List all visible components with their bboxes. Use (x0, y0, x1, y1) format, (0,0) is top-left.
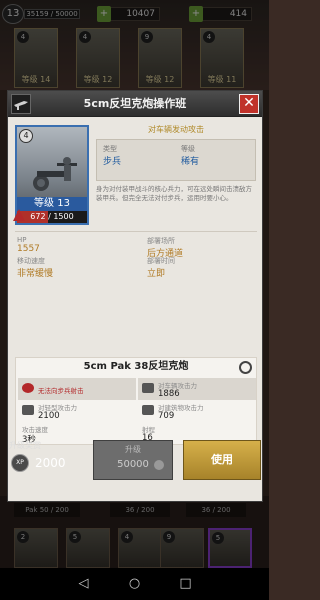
back-icon[interactable]: ◁ (76, 576, 92, 592)
weapon-title: 5cm Pak 38反坦克炮 (83, 361, 189, 372)
anti-tank-gun-crew-image (33, 157, 77, 191)
home-icon[interactable]: ○ (127, 576, 143, 592)
upgrade-button[interactable]: 升级 50000 (93, 440, 173, 480)
unit-level: 等级 13 (17, 197, 87, 211)
dialog-header: 5cm反坦克炮操作班 ✕ (8, 91, 262, 117)
xp-reward-value: 2000 (35, 456, 66, 470)
stat-deploy-time: 部署时间 立即 (147, 257, 175, 279)
unit-stats: HP 1557 部署场所 后方通道 移动速度 非常缓慢 部署时间 立即 (15, 231, 257, 279)
weapon-panel: 5cm Pak 38反坦克炮 无法向步兵射击 对车辆攻击力 1886 对轻型攻击… (15, 357, 257, 445)
unit-portrait: 4 等级 13 672 / 1500 (15, 125, 89, 225)
weapon-restriction: 无法向步兵射击 (18, 378, 136, 400)
system-nav-bar: ◁ ○ □ (0, 568, 269, 600)
weapon-stat: 对建筑物攻击力 709 (138, 400, 256, 422)
unit-description: 身为对付装甲战斗的核心兵力，可在远处瞬间击溃敌方装甲兵。但完全无法对付步兵，运用… (96, 185, 252, 202)
upgrade-reward-label: 升级奖赏 (9, 441, 41, 450)
unit-type: 步兵 (103, 157, 122, 167)
dialog-title: 5cm反坦克炮操作班 (83, 97, 187, 110)
tank-icon (22, 405, 34, 415)
no-infantry-icon (22, 383, 34, 393)
xp-icon: XP (11, 454, 29, 472)
stat-move-speed: 移动速度 非常缓慢 (17, 257, 54, 279)
weapon-stat: 对轻型攻击力 2100 (18, 400, 136, 422)
coin-icon (154, 460, 164, 470)
unit-info-box: 类型 步兵 等级 稀有 (96, 139, 256, 181)
close-button[interactable]: ✕ (239, 94, 259, 114)
use-button[interactable]: 使用 (183, 440, 261, 480)
unit-rarity: 稀有 (181, 157, 200, 167)
weapon-stat: 对车辆攻击力 1886 (138, 378, 256, 400)
dialog-footer: 升级奖赏 XP 2000 升级 50000 使用 (7, 440, 263, 502)
unit-xp-bar: 672 / 1500 (17, 211, 87, 223)
rank-badge: 4 (19, 129, 33, 143)
recent-apps-icon[interactable]: □ (178, 576, 194, 592)
stat-hp: HP 1557 (17, 236, 40, 254)
vehicle-icon (142, 383, 154, 393)
unit-role: 对车辆发动攻击 (148, 125, 204, 134)
building-icon (142, 405, 154, 415)
timer-icon[interactable] (239, 361, 252, 374)
weapon-type-icon (11, 94, 31, 114)
